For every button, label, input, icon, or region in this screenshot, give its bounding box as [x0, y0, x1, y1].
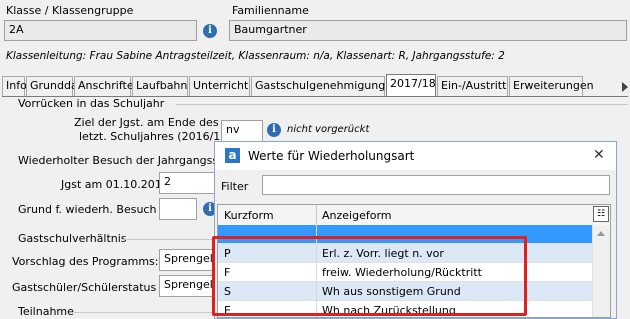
grid-header: Kurzform Anzeigeform ☷: [218, 205, 610, 226]
tab-laufbahn[interactable]: Laufbahn: [132, 76, 188, 96]
ziel-input[interactable]: nv: [221, 120, 263, 142]
klassenleitung-text: Klassenleitung: Frau Sabine Antragsteilz…: [6, 50, 505, 62]
teilnahme-group-title: Teilnahme: [18, 305, 74, 318]
dialog-title: Werte für Wiederholungsart: [248, 149, 415, 163]
vorruecken-group-title: Vorrücken in das Schuljahr: [18, 97, 165, 110]
tab-info[interactable]: Info: [2, 76, 27, 96]
tab-unterricht[interactable]: Unterricht: [189, 76, 250, 96]
grund-input[interactable]: [159, 198, 197, 220]
vorschlag-label: Vorschlag des Programms:: [12, 255, 159, 268]
tab-anschriften[interactable]: Anschriften: [74, 76, 141, 96]
filter-input[interactable]: [262, 175, 610, 195]
info-icon[interactable]: i: [203, 24, 217, 38]
jgst-input[interactable]: 2: [159, 172, 217, 194]
jgst-label: Jgst am 01.10.2017: [61, 178, 169, 191]
dialog-titlebar[interactable]: a Werte für Wiederholungsart ✕: [215, 142, 616, 170]
tab-gastschulgenehmigung[interactable]: Gastschulgenehmigung: [251, 76, 385, 96]
divider: [316, 205, 317, 225]
tab-grunddaten[interactable]: Grunddaten: [26, 76, 96, 96]
divider: [74, 312, 214, 313]
ziel-hint: nicht vorgerückt: [287, 124, 370, 135]
scroll-up-icon[interactable]: [597, 231, 605, 236]
tab-erweiterungen[interactable]: Erweiterungen: [509, 76, 594, 96]
scroll-right-icon[interactable]: [622, 82, 628, 92]
divider: [176, 104, 628, 105]
divider: [122, 239, 214, 240]
gastschul-group-title: Gastschulverhältnis: [18, 232, 127, 245]
vorschlag-field[interactable]: Sprengels: [159, 249, 217, 271]
klasse-field[interactable]: 2A: [4, 20, 197, 41]
close-icon[interactable]: ✕: [593, 147, 605, 163]
familienname-field[interactable]: Baumgartner: [229, 20, 627, 41]
column-header-kurzform[interactable]: Kurzform: [224, 209, 274, 222]
status-field[interactable]: Sprengels: [159, 275, 217, 297]
filter-label: Filter: [221, 180, 249, 193]
highlight-box: [212, 236, 527, 316]
app-logo-icon: a: [225, 148, 240, 163]
vertical-scrollbar[interactable]: [592, 225, 610, 317]
klasse-label: Klasse / Klassengruppe: [6, 4, 134, 17]
column-chooser-icon[interactable]: ☷: [593, 206, 609, 222]
tab-ein-austritt[interactable]: Ein-/Austritt: [437, 76, 508, 96]
status-label: Gastschüler/Schülerstatus: [12, 281, 157, 294]
ziel-label-line1: Ziel der Jgst. am Ende des: [74, 116, 219, 129]
familienname-label: Familienname: [232, 4, 309, 17]
tab-2017-18[interactable]: 2017/18: [386, 74, 436, 97]
info-icon[interactable]: i: [267, 123, 281, 137]
column-header-anzeigeform[interactable]: Anzeigeform: [322, 209, 392, 222]
ziel-label-line2: letzt. Schuljahres (2016/17): [79, 130, 232, 143]
grund-label: Grund f. wiederh. Besuch: [18, 203, 157, 216]
wiederholter-group-title: Wiederholter Besuch der Jahrgangsstu: [18, 154, 230, 167]
